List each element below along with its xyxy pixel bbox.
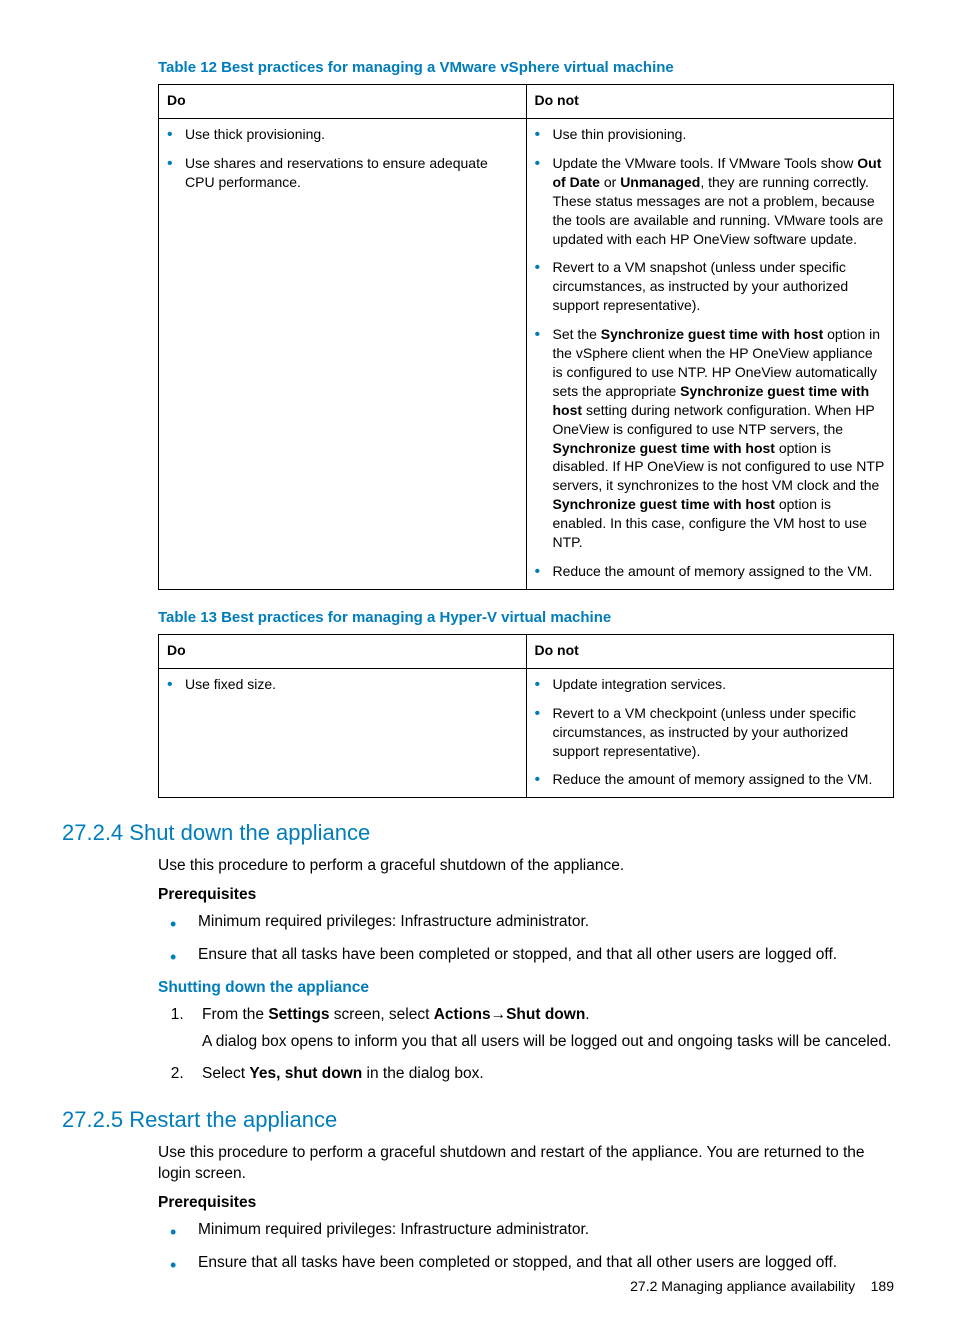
table12-caption: Table 12 Best practices for managing a V… [158,58,894,78]
list-item: Use shares and reservations to ensure ad… [167,154,518,192]
table13-do-cell: Use fixed size. [159,668,527,797]
table12-donot-cell: Use thin provisioning. Update the VMware … [526,119,894,590]
table13-donot-list: Update integration services. Revert to a … [535,675,886,789]
table12-header-donot: Do not [526,85,894,119]
section-27-2-5-prereq-label: Prerequisites [158,1193,894,1214]
section-27-2-4-intro: Use this procedure to perform a graceful… [158,856,894,877]
step-item: From the Settings screen, select Actions… [188,1005,894,1053]
list-item: Ensure that all tasks have been complete… [158,945,894,966]
step-item: Select Yes, shut down in the dialog box. [188,1064,894,1085]
table13-do-list: Use fixed size. [167,675,518,694]
table12-header-do: Do [159,85,527,119]
page-footer: 27.2 Managing appliance availability 189 [630,1277,894,1296]
section-27-2-4-subhead: Shutting down the appliance [158,978,894,999]
list-item: Minimum required privileges: Infrastruct… [158,912,894,933]
list-item: Update integration services. [535,675,886,694]
table13-caption: Table 13 Best practices for managing a H… [158,608,894,628]
list-item: Update the VMware tools. If VMware Tools… [535,154,886,248]
table13-header-do: Do [159,634,527,668]
list-item: Use fixed size. [167,675,518,694]
table12-do-cell: Use thick provisioning. Use shares and re… [159,119,527,590]
footer-page-number: 189 [871,1278,894,1294]
list-item: Use thin provisioning. [535,125,886,144]
table13: Do Do not Use fixed size. Update integra… [158,634,894,798]
table12-do-list: Use thick provisioning. Use shares and re… [167,125,518,192]
section-27-2-5-prereqs: Minimum required privileges: Infrastruct… [158,1220,894,1274]
list-item: Reduce the amount of memory assigned to … [535,562,886,581]
list-item: Minimum required privileges: Infrastruct… [158,1220,894,1241]
list-item: Use thick provisioning. [167,125,518,144]
table12: Do Do not Use thick provisioning. Use sha… [158,84,894,589]
list-item: Reduce the amount of memory assigned to … [535,770,886,789]
document-page: Table 12 Best practices for managing a V… [0,0,954,1326]
table12-donot-list: Use thin provisioning. Update the VMware … [535,125,886,581]
section-27-2-4-steps: From the Settings screen, select Actions… [158,1005,894,1086]
list-item: Revert to a VM checkpoint (unless under … [535,704,886,761]
section-27-2-4-prereqs: Minimum required privileges: Infrastruct… [158,912,894,966]
list-item: Set the Synchronize guest time with host… [535,325,886,552]
section-27-2-4-title: 27.2.4 Shut down the appliance [62,818,894,848]
section-27-2-4-prereq-label: Prerequisites [158,885,894,906]
section-27-2-5-title: 27.2.5 Restart the appliance [62,1105,894,1135]
table13-donot-cell: Update integration services. Revert to a … [526,668,894,797]
section-27-2-5-intro: Use this procedure to perform a graceful… [158,1143,894,1185]
footer-section: 27.2 Managing appliance availability [630,1278,855,1294]
list-item: Revert to a VM snapshot (unless under sp… [535,258,886,315]
table13-header-donot: Do not [526,634,894,668]
